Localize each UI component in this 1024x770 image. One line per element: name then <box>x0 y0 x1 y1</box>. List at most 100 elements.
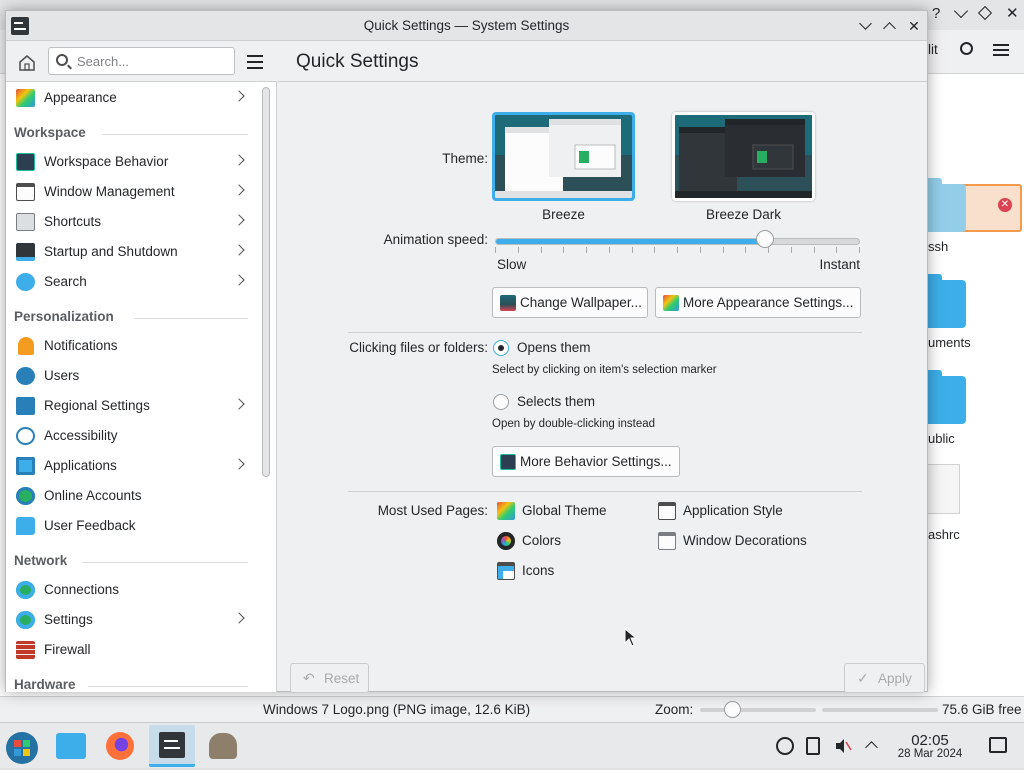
colors-icon <box>497 532 515 550</box>
hamburger-menu-icon[interactable] <box>993 44 1009 46</box>
search-input[interactable] <box>75 51 225 71</box>
sidebar-item-startup-and-shutdown[interactable]: Startup and Shutdown <box>6 237 256 267</box>
most-used-application-style[interactable]: Application Style <box>658 500 828 522</box>
folder-label[interactable]: ssh <box>928 239 948 254</box>
quick-settings-page: Quick Settings Theme: Breeze Breeze Dark… <box>278 42 927 693</box>
sidebar-item-accessibility[interactable]: Accessibility <box>6 421 256 451</box>
search-icon <box>56 54 68 66</box>
search-field[interactable] <box>48 47 235 75</box>
search-icon[interactable] <box>960 42 973 55</box>
application-launcher-button[interactable] <box>0 725 46 767</box>
animation-speed-slider-handle[interactable] <box>756 230 775 248</box>
sidebar-item-notifications[interactable]: Notifications <box>6 331 256 361</box>
window-management-icon <box>16 183 35 201</box>
sidebar-item-network-settings[interactable]: Settings <box>6 605 256 635</box>
sidebar-item-window-management[interactable]: Window Management <box>6 177 256 207</box>
clock-date[interactable]: 28 Mar 2024 <box>890 748 970 760</box>
firefox-icon <box>106 732 134 760</box>
folder-public-icon[interactable] <box>924 370 966 424</box>
folder-label[interactable]: uments <box>928 335 971 350</box>
most-used-colors[interactable]: Colors <box>497 530 647 552</box>
chevron-right-icon <box>233 184 245 196</box>
show-hidden-icons-chevron[interactable] <box>864 737 882 755</box>
folder-icon[interactable] <box>924 178 966 232</box>
change-wallpaper-label: Change Wallpaper... <box>520 295 642 310</box>
taskbar-dolphin[interactable] <box>48 725 94 767</box>
maximize-icon[interactable] <box>881 17 899 35</box>
workspace-behavior-icon <box>500 454 516 470</box>
page-title: Quick Settings <box>296 51 419 72</box>
taskbar-firefox[interactable] <box>98 725 144 767</box>
animation-speed-ticks <box>495 247 860 253</box>
appearance-icon <box>16 89 35 107</box>
zoom-slider[interactable] <box>700 708 816 712</box>
system-settings-window: Quick Settings — System Settings ✕ Searc… <box>5 10 928 693</box>
keep-above-icon[interactable] <box>977 5 993 21</box>
sidebar-menu-button[interactable] <box>247 55 263 69</box>
taskbar-system-settings[interactable] <box>149 725 195 767</box>
updates-icon[interactable] <box>776 737 794 755</box>
show-desktop-icon[interactable] <box>989 737 1007 753</box>
theme-thumbnail-breeze-dark[interactable] <box>672 112 815 201</box>
minimize-icon[interactable] <box>953 3 969 19</box>
sidebar-item-applications[interactable]: Applications <box>6 451 256 481</box>
most-used-icons[interactable]: Icons <box>497 560 647 582</box>
help-icon[interactable]: ? <box>932 5 940 22</box>
theme-thumbnail-breeze[interactable] <box>492 112 635 201</box>
search-globe-icon <box>16 273 35 291</box>
sidebar-item-label: Regional Settings <box>44 398 150 413</box>
workspace-behavior-icon <box>16 153 35 171</box>
window-decorations-icon <box>658 532 676 550</box>
chevron-right-icon <box>233 274 245 286</box>
more-appearance-settings-button[interactable]: More Appearance Settings... <box>655 287 861 318</box>
most-used-window-decorations[interactable]: Window Decorations <box>658 530 828 552</box>
sidebar-item-firewall[interactable]: Firewall <box>6 635 256 665</box>
sidebar-scrollbar[interactable] <box>262 87 270 477</box>
theme-name-breeze-dark: Breeze Dark <box>705 207 782 222</box>
home-button[interactable] <box>14 50 40 76</box>
globe-settings-icon <box>16 611 35 629</box>
chevron-right-icon <box>233 612 245 624</box>
most-used-global-theme[interactable]: Global Theme <box>497 500 647 522</box>
sidebar-item-regional-settings[interactable]: Regional Settings <box>6 391 256 421</box>
sidebar-item-users[interactable]: Users <box>6 361 256 391</box>
animation-speed-slider[interactable] <box>495 238 860 245</box>
close-icon[interactable]: ✕ <box>1006 4 1019 22</box>
breeze-dark-preview-image <box>675 115 812 198</box>
folder-label[interactable]: ublic <box>928 431 955 446</box>
sidebar-item-online-accounts[interactable]: Online Accounts <box>6 481 256 511</box>
sidebar-item-user-feedback[interactable]: User Feedback <box>6 511 256 541</box>
text-file-icon[interactable] <box>924 464 960 514</box>
zoom-slider-handle[interactable] <box>724 701 741 718</box>
banner-close-icon[interactable]: ✕ <box>998 198 1012 212</box>
radio-opens-them[interactable] <box>493 340 509 356</box>
more-behavior-settings-button[interactable]: More Behavior Settings... <box>492 446 680 477</box>
clipboard-icon[interactable] <box>806 737 820 755</box>
sidebar-item-workspace-behavior[interactable]: Workspace Behavior <box>6 147 256 177</box>
home-icon <box>19 55 35 71</box>
sidebar-item-appearance[interactable]: Appearance <box>6 83 256 113</box>
change-wallpaper-button[interactable]: Change Wallpaper... <box>492 287 648 318</box>
apply-check-icon: ✓ <box>857 670 869 686</box>
sidebar-item-connections[interactable]: Connections <box>6 575 256 605</box>
close-icon[interactable]: ✕ <box>905 17 923 35</box>
sidebar-item-shortcuts[interactable]: Shortcuts <box>6 207 256 237</box>
chevron-right-icon <box>233 214 245 226</box>
volume-muted-icon[interactable] <box>834 737 852 755</box>
mouse-cursor-icon <box>624 628 638 647</box>
minimize-icon[interactable] <box>857 17 875 35</box>
most-used-label: Window Decorations <box>683 533 807 548</box>
clock-time[interactable]: 02:05 <box>890 732 970 749</box>
opens-them-hint: Select by clicking on item's selection m… <box>492 364 717 376</box>
folder-documents-icon[interactable] <box>924 274 966 328</box>
opens-them-label[interactable]: Opens them <box>517 340 591 355</box>
split-button-label[interactable]: lit <box>928 42 938 57</box>
apply-button[interactable]: ✓ Apply <box>844 663 925 693</box>
file-label[interactable]: ashrc <box>928 527 960 542</box>
selects-them-label[interactable]: Selects them <box>517 394 595 409</box>
radio-selects-them[interactable] <box>493 394 509 410</box>
status-bar: Windows 7 Logo.png (PNG image, 12.6 KiB)… <box>0 696 1024 722</box>
sidebar-item-search[interactable]: Search <box>6 267 256 297</box>
taskbar-gimp[interactable] <box>200 725 246 767</box>
reset-button[interactable]: ↶ Reset <box>290 663 369 693</box>
